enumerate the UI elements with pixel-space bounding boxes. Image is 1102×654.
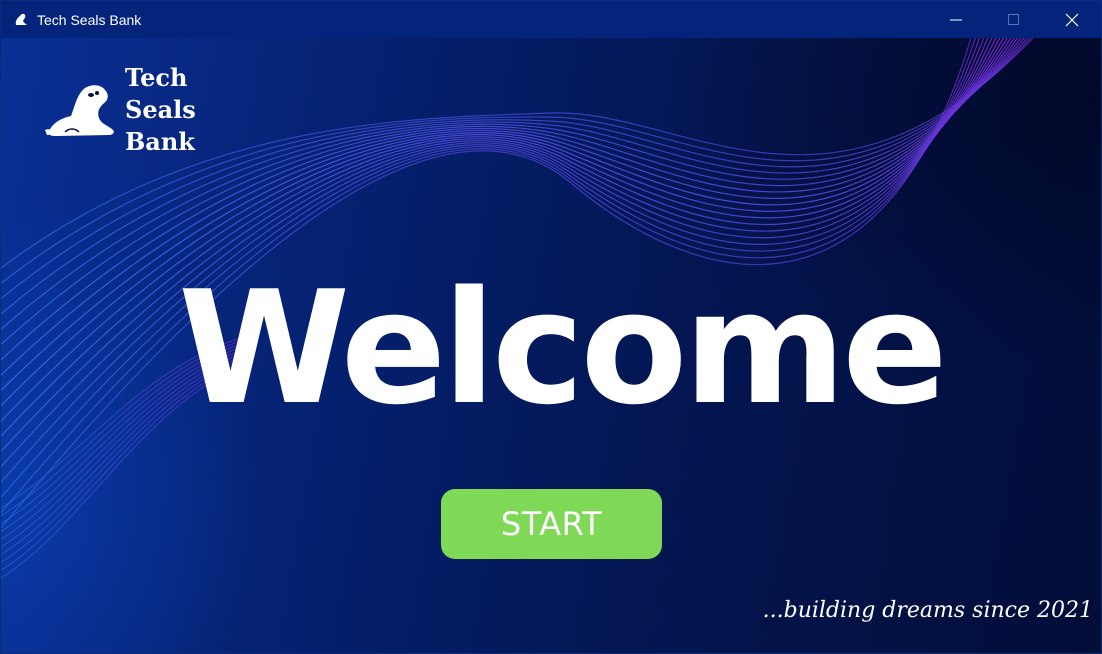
welcome-heading: Welcome <box>178 257 948 439</box>
seal-icon <box>45 85 114 136</box>
tagline: ...building dreams since 2021 <box>762 598 1093 623</box>
minimize-button[interactable] <box>927 1 985 38</box>
window-title: Tech Seals Bank <box>37 11 142 28</box>
minimize-icon <box>950 19 962 20</box>
bank-logo: Tech Seals Bank <box>45 62 196 158</box>
logo-line-bank: Bank <box>125 127 195 156</box>
close-button[interactable] <box>1043 1 1101 38</box>
seal-icon <box>13 12 29 28</box>
title-bar[interactable]: Tech Seals Bank <box>1 1 1101 38</box>
close-icon <box>1065 13 1079 26</box>
window-controls <box>927 1 1101 38</box>
maximize-button[interactable] <box>985 1 1043 38</box>
maximize-icon <box>1008 13 1019 25</box>
welcome-screen: Tech Seals Bank Welcome START ...buildin… <box>1 38 1101 653</box>
logo-line-tech: Tech <box>125 63 188 92</box>
logo-line-seals: Seals <box>125 95 196 124</box>
logo-text: Tech Seals Bank <box>125 62 196 158</box>
start-button[interactable]: START <box>441 489 662 559</box>
app-window: Tech Seals Bank Tech Seals Bank Welcome … <box>0 0 1102 654</box>
